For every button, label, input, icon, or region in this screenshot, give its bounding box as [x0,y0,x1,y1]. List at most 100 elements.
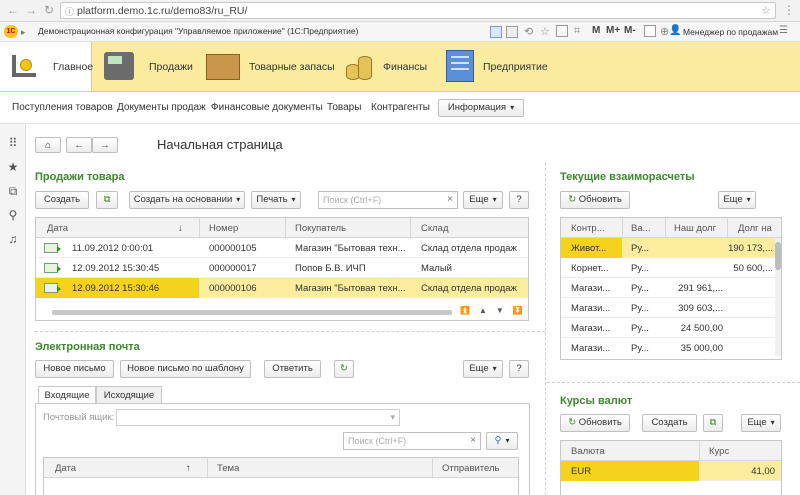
create-based-on-dropdown[interactable]: Создать на основании [129,191,245,209]
settlements-more-dropdown[interactable]: Еще [718,191,756,209]
memory-button[interactable]: M [592,25,600,36]
cmd-counterparties[interactable]: Контрагенты [371,102,430,113]
clear-search-icon[interactable]: × [447,194,453,205]
sort-down-icon[interactable]: ↓ [178,223,183,234]
section-main[interactable]: Главное [0,42,93,91]
rates-copy-button[interactable]: ⧉ [703,414,723,432]
sales-row-selected[interactable]: 12.09.2012 15:30:46 000000106 Магазин "Б… [36,278,528,298]
col-sender[interactable]: Отправитель [442,463,500,474]
cmd-finance-docs[interactable]: Финансовые документы [211,102,323,113]
tab-inbox[interactable]: Входящие [38,386,96,404]
print-icon[interactable] [506,26,518,38]
clear-email-search-icon[interactable]: × [470,435,476,446]
page-info-icon[interactable]: ⓘ [65,5,74,18]
zoom-icon[interactable]: ⊕ [660,25,669,38]
rate-row-selected[interactable]: EUR 41,00 [561,461,781,481]
section-finance[interactable]: Финансы [336,42,434,91]
col-currency[interactable]: Ва... [631,223,651,234]
col-our-debt[interactable]: Наш долг [674,223,716,234]
grid-nav-arrows-icon[interactable]: ⏫▲▼⏬ [460,306,528,319]
history-icon[interactable]: ⟲ [524,25,533,38]
mailbox-label: Почтовый ящик: [43,412,115,423]
settlement-row[interactable]: Магази... Ру... 291 961,... [561,278,775,298]
sales-create-button[interactable]: Создать [35,191,89,209]
col-rate[interactable]: Курс [709,446,729,457]
bookmark-star-icon[interactable]: ☆ [761,4,771,17]
memory-plus-button[interactable]: M+ [606,25,620,36]
rates-refresh-button[interactable]: ↻ Обновить [560,414,630,432]
section-inventory[interactable]: Товарные запасы [194,42,336,91]
sales-search-input[interactable]: Поиск (Ctrl+F) × [318,191,458,209]
cmd-sales-docs[interactable]: Документы продаж [117,102,206,113]
search-options-dropdown[interactable]: ⚲ [486,432,518,450]
sales-more-dropdown[interactable]: Еще [463,191,503,209]
email-search-input[interactable]: Поиск (Ctrl+F) × [343,432,481,450]
mailbox-select[interactable]: ▾ [116,409,400,426]
col-subject[interactable]: Тема [217,463,239,474]
settlements-grid[interactable]: Контр... Ва... Наш долг Долг на Живот...… [560,217,782,360]
new-letter-button[interactable]: Новое письмо [35,360,114,378]
print-dropdown[interactable]: Печать [251,191,301,209]
cmd-goods-receipts[interactable]: Поступления товаров [12,102,113,113]
settlement-row-selected[interactable]: Живот... Ру... 190 173,... [561,238,775,258]
sales-grid[interactable]: Дата ↓ Номер Покупатель Склад 11.09.2012… [35,217,529,321]
email-grid[interactable]: Дата ↑ Тема Отправитель [43,457,519,495]
history-clock-icon[interactable]: ⧉ [6,184,20,198]
col-email-date[interactable]: Дата [55,463,76,474]
favorites-star-icon[interactable]: ★ [6,160,20,174]
notifications-bell-icon[interactable]: ♫ [6,232,20,246]
rates-grid[interactable]: Валюта Курс EUR 41,00 [560,440,782,495]
address-bar[interactable]: ⓘ platform.demo.1c.ru/demo83/ru_RU/ ☆ [60,2,776,19]
browser-menu-icon[interactable]: ⋮ [782,3,796,17]
info-dropdown-button[interactable]: Информация [438,99,524,117]
forward-button[interactable]: → [92,137,118,153]
sort-up-icon[interactable]: ↑ [186,463,191,474]
settlement-row[interactable]: Магази... Ру... 309 603,... [561,298,775,318]
rates-create-button[interactable]: Создать [642,414,697,432]
section-sales[interactable]: Продажи [92,42,194,91]
col-currency-name[interactable]: Валюта [571,446,605,457]
col-counterparty[interactable]: Контр... [571,223,605,234]
copy-icon[interactable] [556,25,568,37]
col-their-debt[interactable]: Долг на [738,223,772,234]
rates-more-dropdown[interactable]: Еще [741,414,781,432]
sales-help-button[interactable]: ? [509,191,529,209]
horizontal-scrollbar[interactable] [52,310,452,315]
email-more-dropdown[interactable]: Еще [463,360,503,378]
col-number[interactable]: Номер [209,223,238,234]
memory-minus-button[interactable]: M- [624,25,636,36]
reload-icon[interactable]: ↻ [42,3,56,17]
search-icon[interactable]: ⚲ [6,208,20,222]
tab-outbox[interactable]: Исходящие [96,386,162,404]
back-button[interactable]: ← [66,137,92,153]
forward-arrow-icon[interactable]: → [24,3,38,17]
app-menu-icon[interactable]: ☰ [779,25,788,36]
sales-row[interactable]: 12.09.2012 15:30:45 000000017 Попов Б.В.… [36,258,528,278]
cmd-goods[interactable]: Товары [327,102,361,113]
settlement-row[interactable]: Магази... Ру... 24 500,00 [561,318,775,338]
col-store[interactable]: Склад [421,223,449,234]
vertical-scrollbar[interactable] [775,238,781,356]
email-refresh-button[interactable]: ↻ [334,360,354,378]
col-date[interactable]: Дата [47,223,68,234]
sales-row[interactable]: 11.09.2012 0:00:01 000000105 Магазин "Бы… [36,238,528,258]
back-arrow-icon[interactable]: ← [6,3,20,17]
settlements-refresh-button[interactable]: ↻ Обновить [560,191,630,209]
calculator-icon[interactable] [644,25,656,37]
new-by-template-button[interactable]: Новое письмо по шаблону [120,360,251,378]
email-help-button[interactable]: ? [509,360,529,378]
user-name[interactable]: Менеджер по продажам [683,27,778,37]
favorite-star-icon[interactable]: ☆ [540,25,550,38]
col-buyer[interactable]: Покупатель [295,223,346,234]
section-enterprise[interactable]: Предприятие [434,42,554,91]
section-inventory-label: Товарные запасы [249,61,335,73]
sales-copy-button[interactable]: ⧉ [96,191,118,209]
settlement-row[interactable]: Корнет... Ру... 50 600,... [561,258,775,278]
all-functions-grid-icon[interactable]: ⠿ [6,136,20,150]
attach-icon[interactable]: ⌗ [574,25,580,38]
settlement-row[interactable]: Магази... Ру... 35 000,00 [561,338,775,358]
home-button[interactable]: ⌂ [35,137,61,153]
reply-button[interactable]: Ответить [264,360,321,378]
menu-arrow-icon[interactable]: ▸ [21,27,26,38]
save-icon[interactable] [490,26,502,38]
